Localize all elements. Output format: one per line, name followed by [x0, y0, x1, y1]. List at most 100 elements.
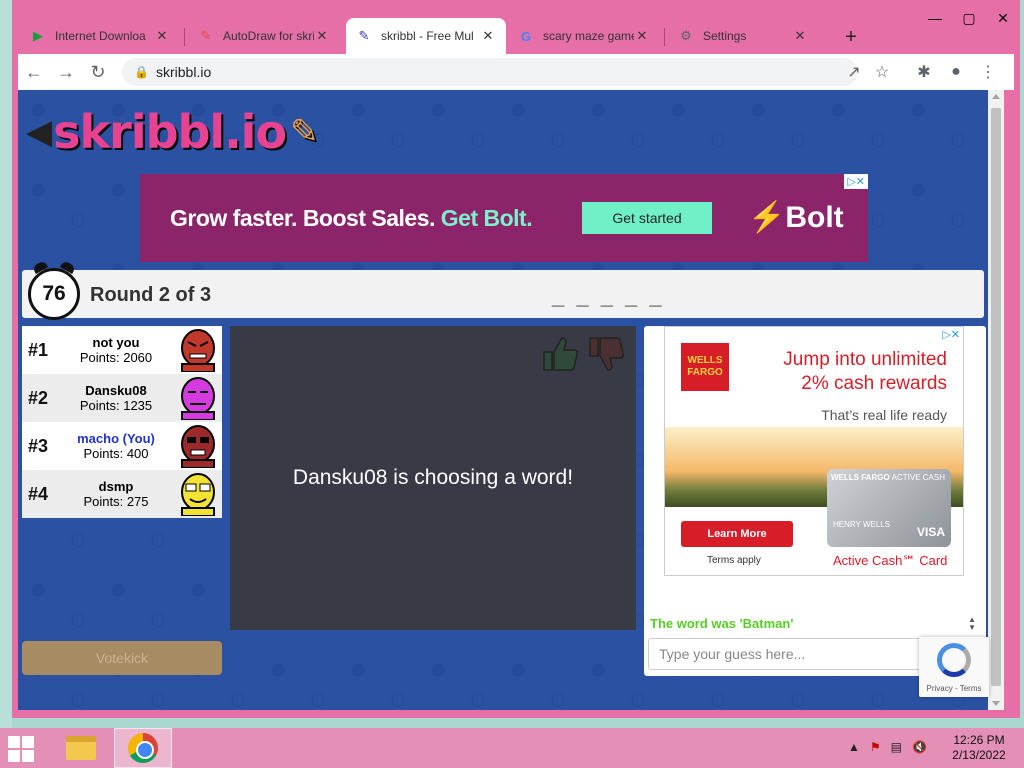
- play-icon: ▶: [33, 28, 43, 43]
- avatar-angry-icon: [181, 329, 215, 372]
- taskbar-clock[interactable]: 12:26 PM 2/13/2022: [944, 733, 1014, 763]
- player-row[interactable]: #3 macho (You) Points: 400: [22, 422, 222, 470]
- action-center-flag-icon[interactable]: ⚑: [870, 740, 881, 754]
- back-button[interactable]: ←: [18, 56, 50, 88]
- toolbar-right-icons: ✱ ● ⋮: [908, 56, 1004, 88]
- recaptcha-text[interactable]: Privacy - Terms: [919, 684, 989, 693]
- scroll-up-arrow[interactable]: [992, 94, 1000, 99]
- player-rank: #1: [28, 339, 49, 360]
- learn-more-button[interactable]: Learn More: [681, 521, 793, 547]
- close-tab-icon[interactable]: ✕: [480, 28, 496, 44]
- get-started-button[interactable]: Get started: [582, 202, 712, 234]
- address-bar[interactable]: 🔒 skribbl.io: [122, 58, 858, 86]
- credit-card-image: WELLS FARGO ACTIVE CASH HENRY WELLS VISA: [827, 469, 951, 547]
- tab-autodraw[interactable]: ✎ AutoDraw for skri ✕: [188, 18, 340, 54]
- bookmark-star-icon[interactable]: ☆: [868, 58, 896, 86]
- minimize-button[interactable]: —: [918, 6, 952, 30]
- tab-title: skribbl - Free Mul: [381, 29, 474, 43]
- banner-ad[interactable]: ▷✕ Grow faster. Boost Sales. Get Bolt. G…: [140, 174, 868, 262]
- browser-toolbar: ← → ↻ 🔒 skribbl.io ↗ ☆ ✱ ● ⋮: [18, 54, 1014, 90]
- tab-scary-maze[interactable]: G scary maze game ✕: [508, 18, 660, 54]
- tab-title: Settings: [703, 29, 747, 43]
- round-indicator: Round 2 of 3: [90, 284, 212, 306]
- player-rank: #2: [28, 387, 49, 408]
- player-name: macho (You): [77, 431, 155, 446]
- bolt-brand-text: Bolt: [785, 201, 844, 234]
- tab-separator: [184, 28, 185, 46]
- recaptcha-badge[interactable]: Privacy - Terms: [919, 637, 989, 697]
- card-name: Active Cash℠ Card: [833, 553, 948, 568]
- window-controls: — ▢ ✕: [918, 6, 1020, 30]
- tab-title: Internet Downloa: [55, 29, 146, 43]
- forward-button[interactable]: →: [50, 56, 82, 88]
- chrome-icon: [128, 733, 158, 763]
- thumbs-down-icon[interactable]: [586, 334, 626, 374]
- close-window-button[interactable]: ✕: [986, 6, 1020, 30]
- side-ad[interactable]: ▷✕ WELLS FARGO Jump into unlimited 2% ca…: [664, 326, 964, 576]
- player-info: macho (You) Points: 400: [56, 431, 176, 461]
- tab-title: AutoDraw for skri: [223, 29, 314, 43]
- new-tab-button[interactable]: +: [838, 24, 864, 50]
- lock-icon[interactable]: 🔒: [134, 65, 149, 79]
- round-bar: 76 Round 2 of 3 _ _ _ _ _: [22, 268, 984, 320]
- page-scrollbar[interactable]: [988, 90, 1004, 710]
- taskbar-file-explorer[interactable]: [52, 728, 110, 768]
- windows-start-icon[interactable]: [8, 736, 34, 762]
- speaker-icon: ◀: [26, 112, 52, 152]
- reload-button[interactable]: ↻: [82, 56, 114, 88]
- timer-value: 76: [42, 282, 66, 305]
- google-icon: G: [520, 28, 532, 44]
- tab-settings[interactable]: ⚙ Settings ✕: [668, 18, 818, 54]
- close-tab-icon[interactable]: ✕: [792, 28, 808, 44]
- banner-ad-headline-a: Grow faster. Boost Sales.: [170, 204, 435, 231]
- thumbs-up-icon[interactable]: [540, 334, 580, 374]
- bolt-brand: ⚡Bolt: [748, 200, 844, 235]
- tab-title: scary maze game: [543, 29, 634, 43]
- extensions-icon[interactable]: ✱: [908, 56, 940, 88]
- clock-time: 12:26 PM: [953, 733, 1005, 747]
- player-rank: #3: [28, 435, 49, 456]
- canvas-message: Dansku08 is choosing a word!: [292, 466, 574, 489]
- ad-choices-icon[interactable]: ▷✕: [939, 327, 963, 342]
- player-row[interactable]: #4 dsmp Points: 275: [22, 470, 222, 518]
- side-ad-line3: That’s real life ready: [821, 407, 947, 423]
- address-bar-icons: ↗ ☆: [840, 58, 896, 86]
- pencil-logo-icon: ✎: [290, 112, 318, 152]
- show-hidden-icons-icon[interactable]: ▲: [848, 740, 860, 754]
- card-type: ACTIVE CASH: [891, 473, 945, 482]
- chat-scroll-arrows[interactable]: ▲ ▼: [968, 616, 976, 632]
- player-row[interactable]: #1 not you Points: 2060: [22, 326, 222, 374]
- profile-icon[interactable]: ●: [940, 56, 972, 88]
- maximize-button[interactable]: ▢: [952, 6, 986, 30]
- close-tab-icon[interactable]: ✕: [314, 28, 330, 44]
- drawing-canvas[interactable]: Dansku08 is choosing a word!: [230, 326, 636, 630]
- taskbar-chrome[interactable]: [114, 728, 172, 768]
- scroll-down-arrow[interactable]: [992, 701, 1000, 706]
- ad-choices-icon[interactable]: ▷✕: [844, 174, 868, 189]
- player-list: #1 not you Points: 2060 #2 Dansku08 Poin…: [22, 326, 222, 518]
- tab-separator: [664, 28, 665, 46]
- tab-internet-download[interactable]: ▶ Internet Downloa ✕: [20, 18, 180, 54]
- player-row[interactable]: #2 Dansku08 Points: 1235: [22, 374, 222, 422]
- scroll-thumb[interactable]: [991, 108, 1001, 686]
- close-tab-icon[interactable]: ✕: [634, 28, 650, 44]
- player-name: dsmp: [98, 479, 134, 494]
- tab-skribbl[interactable]: ✎ skribbl - Free Mul ✕: [346, 18, 506, 54]
- avatar-yellow-icon: [181, 473, 215, 516]
- share-icon[interactable]: ↗: [840, 58, 868, 86]
- recaptcha-icon: [937, 643, 971, 677]
- card-holder: HENRY WELLS: [833, 520, 891, 529]
- skribbl-page: ◀ skribbl.io ✎ ▷✕ Grow faster. Boost Sal…: [18, 90, 988, 710]
- network-icon[interactable]: ▤: [891, 740, 902, 754]
- terms-apply-text: Terms apply: [707, 555, 761, 566]
- player-info: not you Points: 2060: [56, 335, 176, 365]
- close-tab-icon[interactable]: ✕: [154, 28, 170, 44]
- volume-muted-icon[interactable]: 🔇: [912, 740, 927, 754]
- votekick-button[interactable]: Votekick: [22, 641, 222, 675]
- skribbl-logo[interactable]: ◀ skribbl.io ✎: [26, 102, 326, 162]
- menu-kebab-icon[interactable]: ⋮: [972, 56, 1004, 88]
- folder-icon: [66, 736, 96, 760]
- player-points: Points: 1235: [79, 398, 153, 413]
- player-info: Dansku08 Points: 1235: [56, 383, 176, 413]
- tab-strip: ▶ Internet Downloa ✕ ✎ AutoDraw for skri…: [20, 18, 880, 54]
